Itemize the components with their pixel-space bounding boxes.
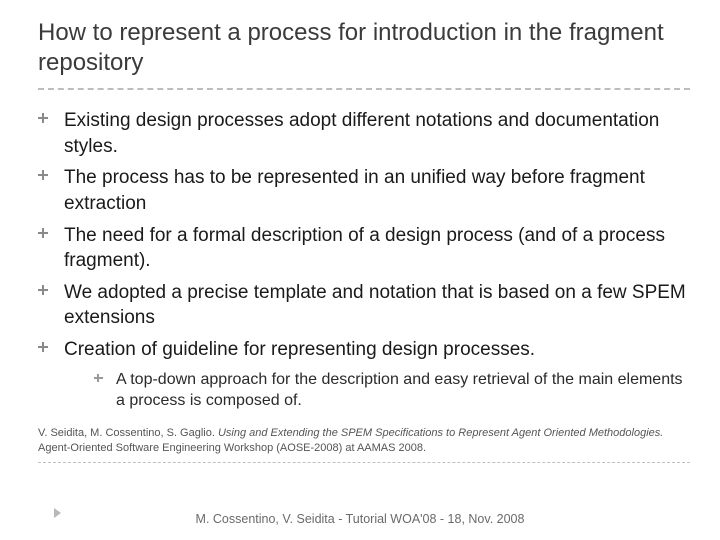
list-item: Creation of guideline for representing d… [38, 337, 690, 412]
bullet-text: The need for a formal description of a d… [64, 225, 665, 272]
bullet-text: The process has to be represented in an … [64, 167, 645, 214]
bullet-text: We adopted a precise template and notati… [64, 282, 686, 329]
citation-title: Using and Extending the SPEM Specificati… [218, 427, 663, 439]
slide-footer: M. Cossentino, V. Seidita - Tutorial WOA… [0, 512, 720, 526]
citation-authors: V. Seidita, M. Cossentino, S. Gaglio. [38, 427, 218, 439]
bullet-text: Existing design processes adopt differen… [64, 110, 659, 157]
bullet-text: Creation of guideline for representing d… [64, 339, 535, 360]
sub-list-item: A top-down approach for the description … [94, 369, 690, 412]
list-item: We adopted a precise template and notati… [38, 280, 690, 331]
list-item: The process has to be represented in an … [38, 165, 690, 216]
citation-venue: Agent-Oriented Software Engineering Work… [38, 442, 426, 454]
slide-title: How to represent a process for introduct… [38, 18, 690, 90]
citation-block: V. Seidita, M. Cossentino, S. Gaglio. Us… [38, 426, 690, 463]
bullet-list: Existing design processes adopt differen… [38, 108, 690, 412]
list-item: The need for a formal description of a d… [38, 223, 690, 274]
list-item: Existing design processes adopt differen… [38, 108, 690, 159]
sub-bullet-text: A top-down approach for the description … [116, 371, 683, 410]
sub-bullet-list: A top-down approach for the description … [64, 369, 690, 412]
